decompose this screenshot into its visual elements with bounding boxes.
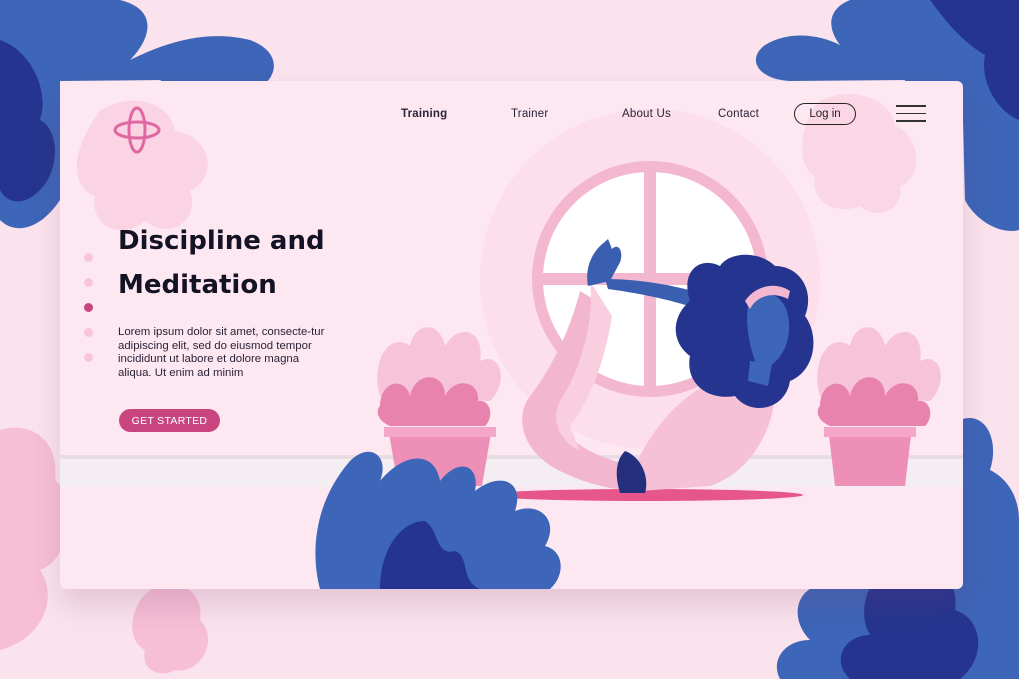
nav-link-contact[interactable]: Contact — [718, 108, 759, 120]
landing-card: Training Trainer About Us Contact Log in… — [60, 81, 963, 589]
pagination-dot[interactable] — [84, 328, 93, 337]
pagination-dot[interactable] — [84, 253, 93, 262]
bottom-left-leaf-light-2 — [132, 584, 209, 674]
get-started-button[interactable]: GET STARTED — [119, 409, 220, 432]
left-plant-pot-rim — [384, 427, 496, 437]
pagination-dot[interactable] — [84, 353, 93, 362]
pagination-dot-active[interactable] — [84, 303, 93, 312]
plus-cross-logo-icon[interactable] — [112, 105, 162, 155]
hero-title-line-1: Discipline and — [118, 226, 325, 256]
hero-title: Discipline and Meditation — [118, 219, 358, 307]
floor-band-shade — [60, 455, 963, 459]
login-button[interactable]: Log in — [794, 103, 856, 125]
floor-band — [60, 455, 963, 487]
nav-link-trainer[interactable]: Trainer — [511, 108, 548, 120]
pagination-dot[interactable] — [84, 278, 93, 287]
right-plant-pot-rim — [824, 427, 916, 437]
hamburger-menu-icon[interactable] — [896, 105, 926, 123]
bottom-left-leaf-light — [0, 427, 70, 650]
slide-pagination — [84, 253, 93, 378]
nav-link-training[interactable]: Training — [401, 108, 447, 120]
hero-title-line-2: Meditation — [118, 270, 277, 300]
nav-link-about-us[interactable]: About Us — [622, 108, 671, 120]
hero-description: Lorem ipsum dolor sit amet, consecte-tur… — [118, 326, 325, 379]
